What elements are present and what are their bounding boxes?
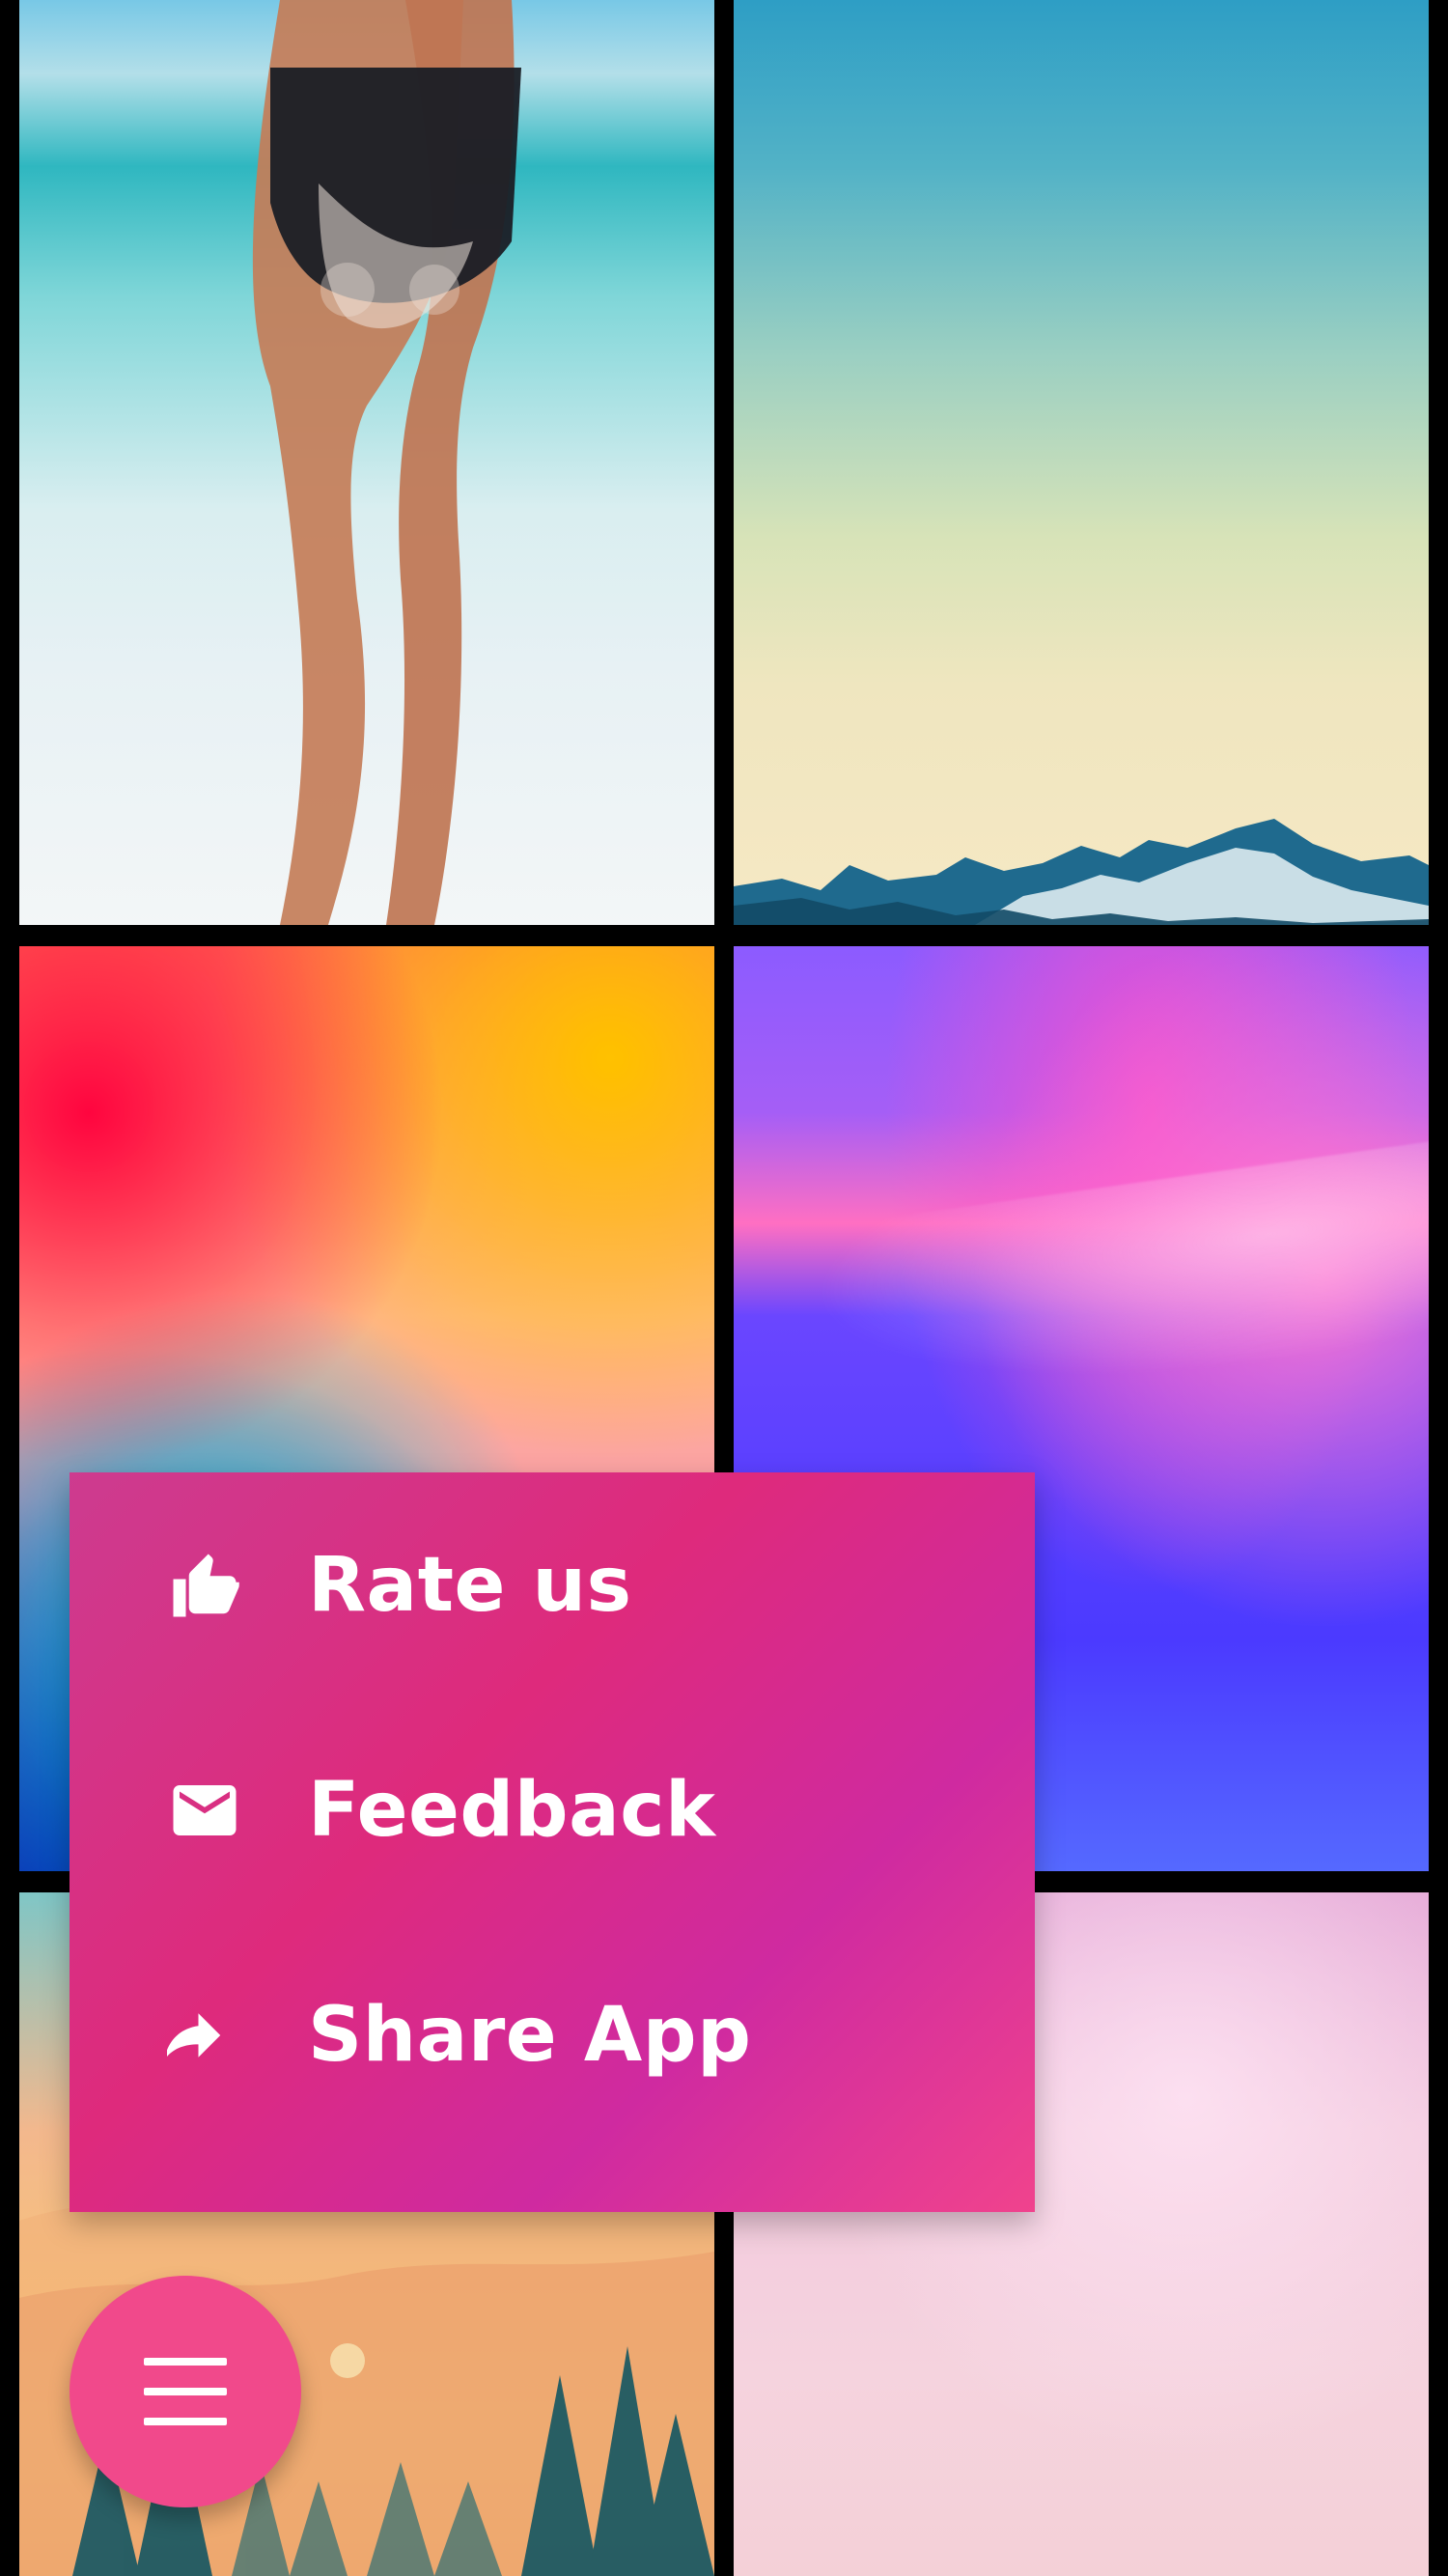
app-root: Rate us Feedback Share App: [0, 0, 1448, 2576]
floating-menu-panel: Rate us Feedback Share App: [70, 1472, 1035, 2212]
hamburger-line: [144, 2358, 227, 2366]
wallpaper-tile[interactable]: [734, 0, 1429, 925]
menu-item-label: Rate us: [308, 1541, 632, 1629]
hamburger-menu-icon: [144, 2350, 227, 2433]
menu-item-label: Feedback: [308, 1766, 716, 1854]
share-icon: [161, 1992, 248, 2079]
menu-item-share-app[interactable]: Share App: [70, 1922, 1035, 2147]
thumbs-up-icon: [161, 1542, 248, 1629]
mail-icon: [161, 1767, 248, 1854]
menu-item-feedback[interactable]: Feedback: [70, 1697, 1035, 1922]
menu-item-rate-us[interactable]: Rate us: [70, 1472, 1035, 1697]
wallpaper-tile[interactable]: [19, 0, 714, 925]
menu-item-label: Share App: [308, 1991, 752, 2079]
sky-photo: [734, 0, 1429, 925]
person-silhouette: [252, 0, 521, 925]
mountain-range: [734, 819, 1429, 925]
hamburger-line: [144, 2418, 227, 2425]
hamburger-line: [144, 2388, 227, 2395]
menu-fab-button[interactable]: [70, 2276, 301, 2507]
